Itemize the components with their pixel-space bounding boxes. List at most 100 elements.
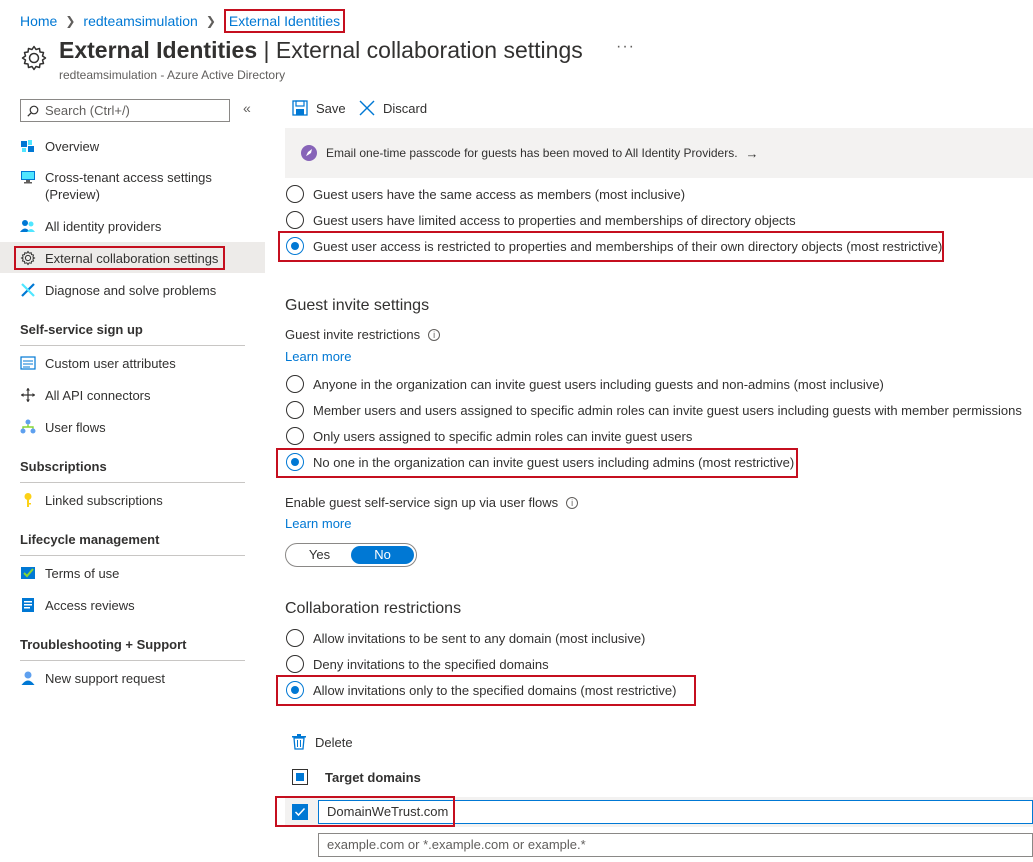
select-all-checkbox[interactable]	[292, 769, 308, 785]
trash-icon	[292, 734, 306, 750]
radio-button-selected[interactable]	[286, 237, 304, 255]
sidebar-section-troubleshooting: Troubleshooting + Support	[20, 637, 187, 652]
breadcrumb-home[interactable]: Home	[20, 13, 57, 29]
sidebar-item-identity-providers[interactable]: All identity providers	[20, 218, 161, 235]
sidebar-item-label: Overview	[45, 139, 100, 154]
learn-more-link[interactable]: Learn more	[285, 349, 351, 364]
radio-label: Guest users have the same access as memb…	[313, 186, 686, 202]
sidebar-item-terms-of-use[interactable]: Terms of use	[20, 565, 119, 582]
invite-option-admin-roles[interactable]: Only users assigned to specific admin ro…	[286, 427, 692, 445]
arrow-right-icon: →	[745, 145, 759, 161]
sidebar-divider	[20, 345, 245, 346]
sidebar-item-label: Cross-tenant access settings	[45, 170, 212, 185]
more-icon[interactable]: ···	[616, 38, 635, 56]
search-input[interactable]: Search (Ctrl+/)	[20, 99, 230, 122]
search-placeholder: Search (Ctrl+/)	[45, 103, 130, 118]
radio-label: Guest users have limited access to prope…	[313, 212, 796, 228]
annotation-highlight-box	[275, 796, 455, 827]
collab-option-allow-specified[interactable]: Allow invitations only to the specified …	[286, 681, 676, 699]
toggle-yes[interactable]: Yes	[288, 546, 351, 564]
chevron-right-icon: ❯	[65, 14, 76, 28]
radio-button[interactable]	[286, 211, 304, 229]
gear-icon	[20, 250, 36, 266]
sidebar-item-label: External collaboration settings	[45, 251, 219, 266]
sidebar-item-label: New support request	[45, 671, 165, 686]
sidebar-item-label: Terms of use	[45, 566, 120, 581]
delete-button[interactable]: Delete	[292, 734, 353, 750]
guest-invite-settings-title: Guest invite settings	[285, 297, 430, 314]
radio-label: Deny invitations to the specified domain…	[313, 656, 549, 672]
support-icon	[21, 671, 35, 685]
guest-access-option-inclusive[interactable]: Guest users have the same access as memb…	[286, 185, 685, 203]
radio-label: Allow invitations to be sent to any doma…	[313, 630, 646, 646]
breadcrumb-current[interactable]: External Identities	[223, 9, 346, 33]
radio-button[interactable]	[286, 185, 304, 203]
invite-option-no-one[interactable]: No one in the organization can invite gu…	[286, 453, 794, 471]
radio-button[interactable]	[286, 401, 304, 419]
sidebar-item-cross-tenant[interactable]: Cross-tenant access settings (Preview)	[20, 169, 212, 203]
close-icon	[359, 100, 375, 116]
discard-label: Discard	[383, 100, 428, 116]
sidebar-item-new-support-request[interactable]: New support request	[20, 670, 165, 687]
radio-button-selected[interactable]	[286, 681, 304, 699]
chevron-right-icon: ❯	[205, 14, 216, 28]
radio-label: Member users and users assigned to speci…	[313, 402, 1022, 418]
field-label-text: Enable guest self-service sign up via us…	[285, 495, 559, 510]
learn-more-link[interactable]: Learn more	[285, 516, 351, 531]
sidebar-item-access-reviews[interactable]: Access reviews	[20, 597, 135, 614]
guest-access-option-limited[interactable]: Guest users have limited access to prope…	[286, 211, 796, 229]
sidebar-item-label: All API connectors	[45, 388, 151, 403]
radio-button-selected[interactable]	[286, 453, 304, 471]
search-icon	[27, 105, 39, 117]
api-connectors-icon	[21, 388, 35, 402]
discard-button[interactable]: Discard	[359, 100, 427, 116]
radio-label: No one in the organization can invite gu…	[313, 454, 795, 470]
sidebar-section-lifecycle: Lifecycle management	[20, 532, 160, 547]
collapse-sidebar-icon[interactable]: «	[243, 100, 251, 116]
sidebar-item-api-connectors[interactable]: All API connectors	[20, 387, 151, 404]
access-reviews-icon	[22, 598, 34, 612]
collab-option-any-domain[interactable]: Allow invitations to be sent to any doma…	[286, 629, 645, 647]
sidebar-item-diagnose[interactable]: Diagnose and solve problems	[20, 282, 216, 299]
invite-option-anyone[interactable]: Anyone in the organization can invite gu…	[286, 375, 884, 393]
banner-text: Email one-time passcode for guests has b…	[326, 146, 738, 160]
collab-option-deny[interactable]: Deny invitations to the specified domain…	[286, 655, 549, 673]
toggle-no[interactable]: No	[351, 546, 414, 564]
sidebar-section-subscriptions: Subscriptions	[20, 459, 107, 474]
new-domain-input[interactable]: example.com or *.example.com or example.…	[318, 833, 1033, 857]
breadcrumb: Home ❯ redteamsimulation ❯ External Iden…	[20, 9, 346, 33]
save-icon	[292, 100, 308, 116]
sidebar-item-custom-attributes[interactable]: Custom user attributes	[20, 355, 176, 372]
radio-button[interactable]	[286, 629, 304, 647]
identity-providers-icon	[20, 220, 35, 232]
self-service-toggle[interactable]: Yes No	[285, 543, 417, 567]
sidebar-item-linked-subscriptions[interactable]: Linked subscriptions	[20, 492, 163, 509]
sidebar-item-user-flows[interactable]: User flows	[20, 419, 106, 436]
radio-button[interactable]	[286, 427, 304, 445]
sidebar-item-overview[interactable]: Overview	[20, 138, 99, 155]
gear-icon	[21, 45, 47, 71]
overview-icon	[21, 140, 34, 152]
sidebar-section-self-service: Self-service sign up	[20, 322, 143, 337]
invite-option-members[interactable]: Member users and users assigned to speci…	[286, 401, 1022, 419]
save-button[interactable]: Save	[292, 100, 346, 116]
sidebar-item-label: Custom user attributes	[45, 356, 176, 371]
key-icon	[24, 493, 32, 507]
sidebar-item-label: User flows	[45, 420, 106, 435]
info-icon[interactable]: i	[566, 496, 579, 509]
guest-invite-restrictions-label: Guest invite restrictions i	[285, 327, 441, 342]
terms-icon	[21, 567, 35, 579]
page-title-main: External Identities	[59, 37, 258, 63]
info-icon[interactable]: i	[428, 328, 441, 341]
sidebar-divider	[20, 660, 245, 661]
sidebar-item-external-collaboration[interactable]: External collaboration settings	[20, 250, 218, 267]
guest-access-option-restrictive[interactable]: Guest user access is restricted to prope…	[286, 237, 942, 255]
radio-button[interactable]	[286, 375, 304, 393]
radio-button[interactable]	[286, 655, 304, 673]
wrench-icon	[21, 283, 35, 297]
user-flows-icon	[20, 419, 36, 434]
info-banner[interactable]: Email one-time passcode for guests has b…	[285, 128, 1033, 178]
radio-label: Allow invitations only to the specified …	[313, 682, 677, 698]
breadcrumb-tenant[interactable]: redteamsimulation	[83, 13, 197, 29]
column-header: Target domains	[325, 769, 421, 785]
